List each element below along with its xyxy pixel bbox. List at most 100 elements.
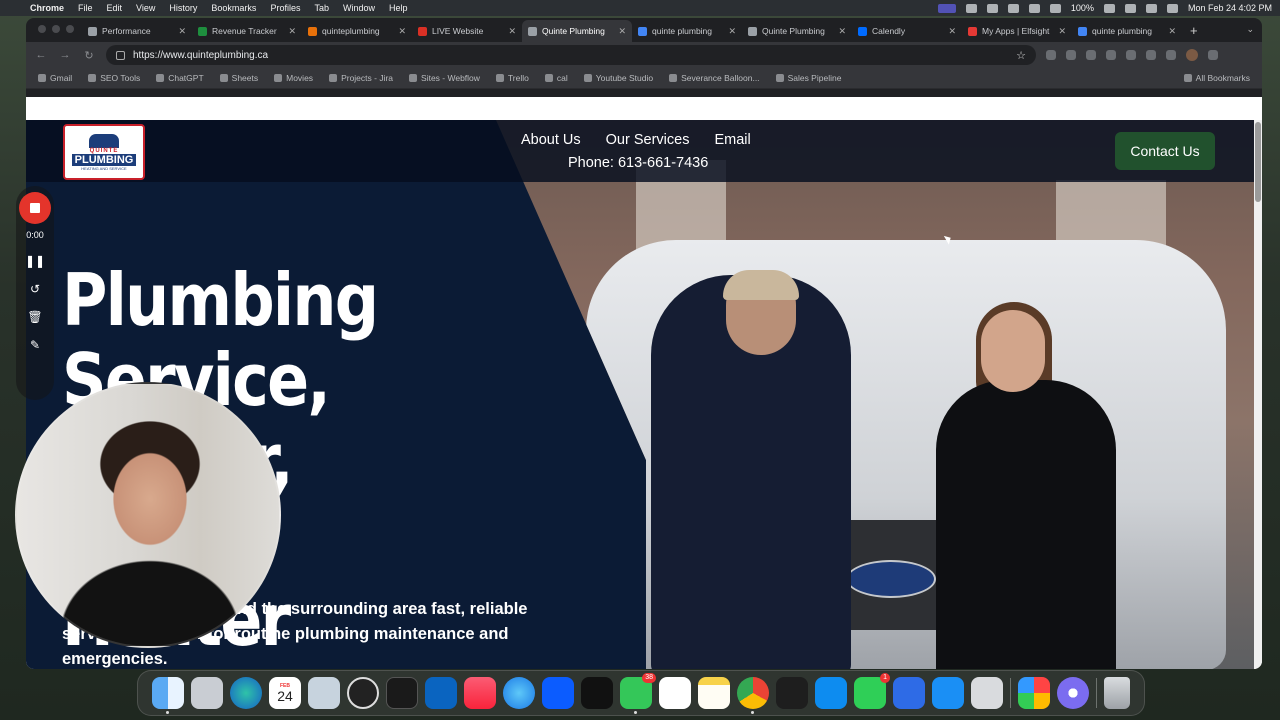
zoom-app-icon[interactable]: [542, 677, 574, 709]
screen-recording-icon[interactable]: [937, 3, 956, 13]
pencil-icon[interactable]: ✎: [30, 338, 40, 352]
finder-app-icon[interactable]: [152, 677, 184, 714]
iphone-mirroring-app-icon[interactable]: [971, 677, 1003, 709]
menu-view[interactable]: View: [136, 3, 155, 13]
restart-icon[interactable]: ↺: [30, 282, 40, 296]
contact-us-button[interactable]: Contact Us: [1115, 132, 1215, 170]
trash-icon[interactable]: 🗑: [27, 310, 42, 324]
facetime-app-icon[interactable]: 1: [854, 673, 890, 709]
minimize-window-icon[interactable]: [52, 25, 60, 33]
tab-live-website[interactable]: LIVE Website ✕: [412, 20, 522, 42]
close-tab-icon[interactable]: ✕: [508, 26, 516, 37]
tab-performance[interactable]: Performance ✕: [82, 20, 192, 42]
back-arrow-icon[interactable]: ←: [34, 49, 48, 61]
preview-app-icon[interactable]: [308, 677, 340, 709]
activity-monitor-app-icon[interactable]: [386, 677, 418, 709]
site-logo[interactable]: QUINTE PLUMBING HEATING AND SERVICE: [63, 124, 145, 180]
blue-extension-icon[interactable]: [1086, 50, 1096, 60]
nav-phone[interactable]: Phone: 613-661-7436: [568, 155, 708, 171]
close-tab-icon[interactable]: ✕: [288, 26, 296, 37]
mask-extension-icon[interactable]: [1106, 50, 1116, 60]
music-app-icon[interactable]: [464, 677, 496, 709]
site-info-icon[interactable]: [116, 50, 125, 60]
menu-app-name[interactable]: Chrome: [30, 3, 64, 13]
kebab-menu-icon[interactable]: [1208, 50, 1218, 60]
bookmark-movies[interactable]: Movies: [274, 73, 313, 83]
close-tab-icon[interactable]: ✕: [1058, 26, 1066, 37]
scrollbar-thumb[interactable]: [1255, 122, 1261, 202]
notes-app-icon[interactable]: [698, 677, 730, 709]
menu-history[interactable]: History: [169, 3, 197, 13]
trash-app-icon[interactable]: [1104, 677, 1130, 709]
menu-bookmarks[interactable]: Bookmarks: [211, 3, 256, 13]
gear-icon[interactable]: [1007, 3, 1019, 13]
headphones-icon[interactable]: [1028, 3, 1040, 13]
profile-avatar[interactable]: [1186, 49, 1198, 61]
tab-google-search-2[interactable]: quinte plumbing ✕: [1072, 20, 1182, 42]
bookmark-webflow[interactable]: Sites - Webflow: [409, 73, 480, 83]
kick-app-icon[interactable]: [815, 677, 847, 709]
page-scrollbar[interactable]: [1254, 120, 1262, 669]
control-center-icon[interactable]: [1166, 3, 1178, 13]
calendar-app-icon[interactable]: FEB 24: [269, 677, 301, 709]
tab-search-chevron-icon[interactable]: ⌄: [1246, 24, 1254, 35]
close-tab-icon[interactable]: ✕: [398, 26, 406, 37]
play-icon[interactable]: [1049, 3, 1061, 13]
forward-arrow-icon[interactable]: →: [58, 49, 72, 61]
tab-quinteplumbing[interactable]: quinteplumbing ✕: [302, 20, 412, 42]
bookmark-trello[interactable]: Trello: [495, 73, 529, 83]
system-settings-app-icon[interactable]: [1057, 677, 1089, 709]
maximize-window-icon[interactable]: [66, 25, 74, 33]
menu-window[interactable]: Window: [343, 3, 375, 13]
sidepanel-icon[interactable]: [1166, 50, 1176, 60]
close-tab-icon[interactable]: ✕: [1168, 26, 1176, 37]
messages-app-icon[interactable]: 38: [620, 673, 656, 714]
menu-help[interactable]: Help: [389, 3, 408, 13]
app-store-app-icon[interactable]: [932, 677, 964, 709]
bookmark-star-icon[interactable]: ☆: [1016, 49, 1026, 62]
launchpad-app-icon[interactable]: [191, 677, 223, 709]
close-window-icon[interactable]: [38, 25, 46, 33]
bookmark-cal[interactable]: cal: [544, 73, 568, 83]
nav-email[interactable]: Email: [714, 132, 750, 148]
reload-icon[interactable]: ↻: [82, 49, 96, 62]
all-bookmarks[interactable]: All Bookmarks: [1183, 73, 1250, 83]
figma-app-icon[interactable]: [776, 677, 808, 709]
bluetooth-icon[interactable]: [986, 3, 998, 13]
zoom-status-icon[interactable]: [965, 3, 977, 13]
obs-app-icon[interactable]: [347, 677, 379, 709]
bookmark-sales-pipeline[interactable]: Sales Pipeline: [775, 73, 841, 83]
tab-revenue-tracker[interactable]: Revenue Tracker ✕: [192, 20, 302, 42]
red-extension-icon[interactable]: [1126, 50, 1136, 60]
chrome-app-icon[interactable]: [737, 677, 769, 714]
tab-quinte-plumbing-active[interactable]: Quinte Plumbing ✕: [522, 20, 632, 42]
close-tab-icon[interactable]: ✕: [178, 26, 186, 37]
bookmark-youtube-studio[interactable]: Youtube Studio: [583, 73, 653, 83]
bookmark-jira[interactable]: Projects - Jira: [329, 73, 393, 83]
apple-tv-app-icon[interactable]: [581, 677, 613, 709]
menu-profiles[interactable]: Profiles: [270, 3, 300, 13]
puzzle-extension-icon[interactable]: [1146, 50, 1156, 60]
menu-edit[interactable]: Edit: [107, 3, 123, 13]
edge-app-icon[interactable]: [230, 677, 262, 709]
menu-tab[interactable]: Tab: [314, 3, 329, 13]
close-tab-icon[interactable]: ✕: [728, 26, 736, 37]
grid-extension-icon[interactable]: [1046, 50, 1056, 60]
nav-our-services[interactable]: Our Services: [606, 132, 690, 148]
new-tab-icon[interactable]: +: [1190, 23, 1198, 38]
tab-quinte-plumbing[interactable]: Quinte Plumbing ✕: [742, 20, 852, 42]
pause-icon[interactable]: ❚❚: [25, 254, 45, 268]
menu-clock[interactable]: Mon Feb 24 4:02 PM: [1188, 3, 1272, 13]
address-bar[interactable]: https://www.quinteplumbing.ca ☆: [106, 45, 1036, 65]
slack-app-icon[interactable]: [659, 677, 691, 709]
photos-app-icon[interactable]: [1018, 677, 1050, 709]
safari-app-icon[interactable]: [503, 677, 535, 709]
bookmark-chatgpt[interactable]: ChatGPT: [156, 73, 204, 83]
tab-calendly[interactable]: Calendly ✕: [852, 20, 962, 42]
bookmark-sheets[interactable]: Sheets: [219, 73, 258, 83]
bookmark-seo-tools[interactable]: SEO Tools: [88, 73, 140, 83]
battery-icon[interactable]: [1103, 3, 1115, 13]
close-tab-icon[interactable]: ✕: [948, 26, 956, 37]
search-icon[interactable]: [1145, 3, 1157, 13]
tab-elfsight[interactable]: My Apps | Elfsight ✕: [962, 20, 1072, 42]
